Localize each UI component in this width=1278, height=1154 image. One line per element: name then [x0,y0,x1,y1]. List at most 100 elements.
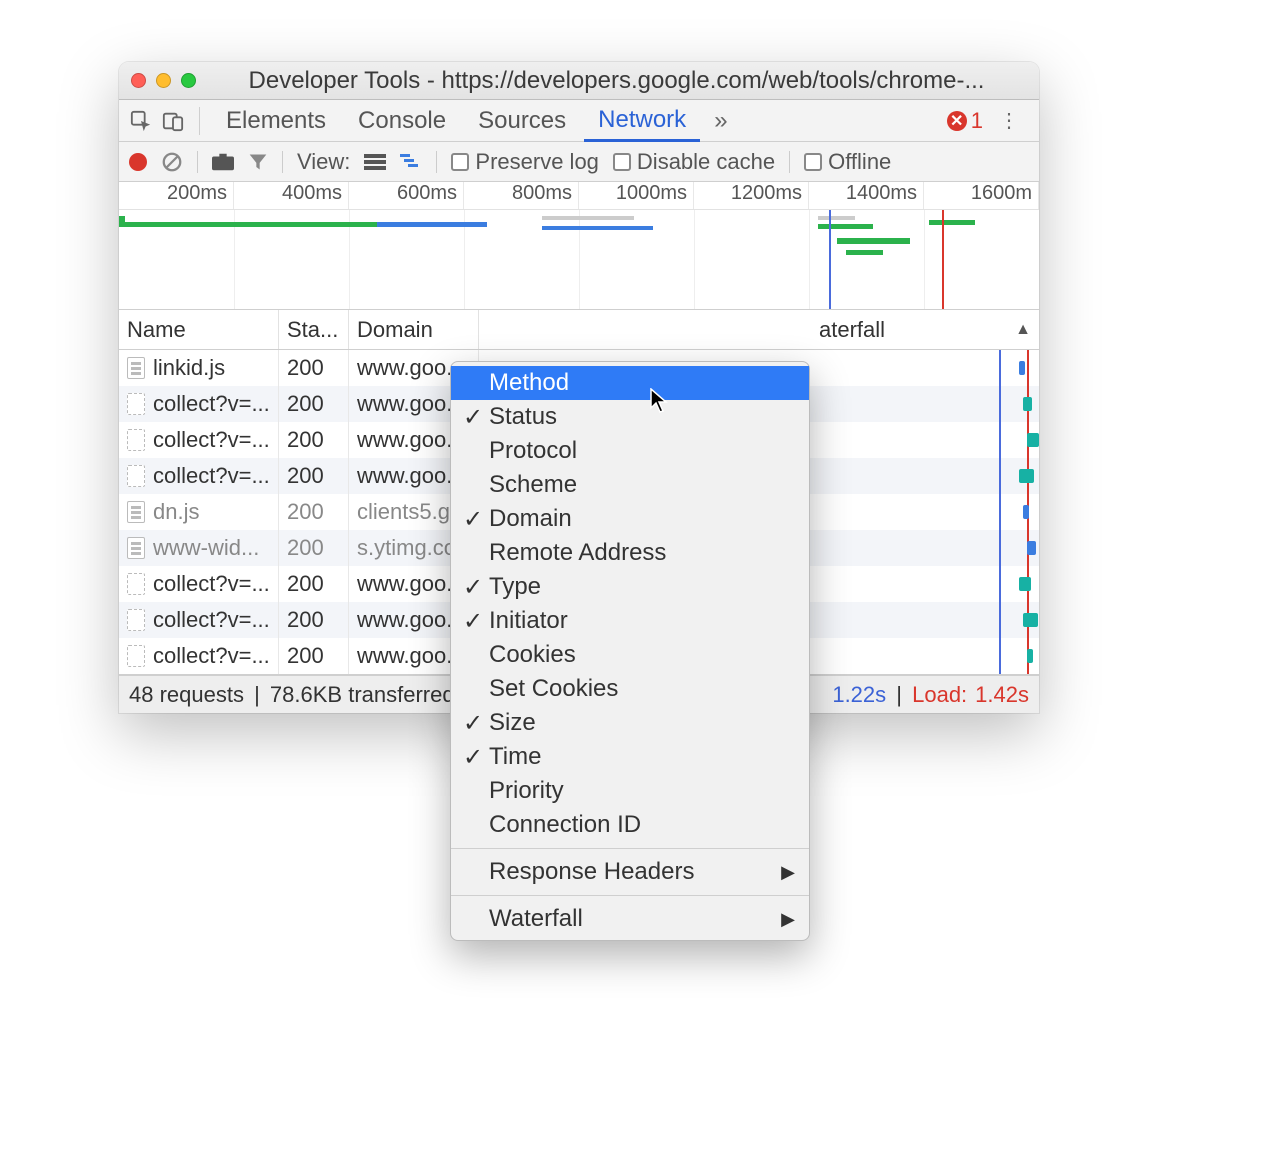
check-icon: ✓ [463,573,483,602]
cell-name: www-wid... [119,530,279,566]
record-button[interactable] [129,153,147,171]
cell-name: collect?v=... [119,386,279,422]
blank-file-icon [127,645,145,667]
menu-label: Method [489,369,569,397]
tab-sources[interactable]: Sources [464,100,580,142]
check-icon: ✓ [463,403,483,432]
device-toolbar-icon[interactable] [159,110,187,132]
menu-label: Waterfall [489,905,583,933]
request-name: collect?v=... [153,463,270,489]
script-file-icon [127,501,145,523]
window-controls [131,73,196,88]
menu-item-set-cookies[interactable]: Set Cookies [451,672,809,706]
ruler-tick: 800ms [464,182,579,209]
titlebar: Developer Tools - https://developers.goo… [119,62,1039,100]
ruler-tick: 1000ms [579,182,694,209]
error-icon: ✕ [947,111,967,131]
cell-name: collect?v=... [119,602,279,638]
ruler-tick: 400ms [234,182,349,209]
summary-requests: 48 requests [129,682,244,708]
separator [436,151,437,173]
request-name: www-wid... [153,535,259,561]
ruler-tick: 1200ms [694,182,809,209]
window-title: Developer Tools - https://developers.goo… [206,67,1027,95]
close-window-button[interactable] [131,73,146,88]
waterfall-view-icon[interactable] [400,154,422,170]
separator [197,151,198,173]
cell-status: 200 [279,494,349,530]
offline-label: Offline [828,149,891,175]
col-domain[interactable]: Domain [349,310,479,349]
separator [199,107,200,135]
menu-item-time[interactable]: ✓Time [451,740,809,774]
menu-response-headers[interactable]: Response Headers ▶ [451,855,809,889]
menu-item-cookies[interactable]: Cookies [451,638,809,672]
menu-label: Set Cookies [489,675,618,703]
cell-name: collect?v=... [119,638,279,674]
devtools-tabstrip: Elements Console Sources Network » ✕ 1 ⋮ [119,100,1039,142]
menu-item-protocol[interactable]: Protocol [451,434,809,468]
menu-label: Scheme [489,471,577,499]
column-context-menu: Method ✓StatusProtocol Scheme ✓DomainRemote… [450,361,810,941]
menu-item-priority[interactable]: Priority [451,774,809,808]
menu-item-status[interactable]: ✓Status [451,400,809,434]
tab-network[interactable]: Network [584,100,700,142]
filter-icon[interactable] [248,152,268,172]
menu-item-method[interactable]: Method [451,366,809,400]
menu-label: Initiator [489,607,568,635]
ruler-tick: 200ms [119,182,234,209]
col-waterfall[interactable]: . aterfall ▲ [479,310,1039,349]
ruler-tick: 1600m [924,182,1039,209]
blank-file-icon [127,429,145,451]
menu-item-connection-id[interactable]: Connection ID [451,808,809,842]
zoom-window-button[interactable] [181,73,196,88]
request-name: collect?v=... [153,391,270,417]
menu-item-type[interactable]: ✓Type [451,570,809,604]
submenu-arrow-icon: ▶ [781,862,795,883]
script-file-icon [127,357,145,379]
clear-button[interactable] [161,151,183,173]
checkbox-icon [613,153,631,171]
network-toolbar: View: Preserve log Disable cache Offline [119,142,1039,182]
inspect-element-icon[interactable] [127,110,155,132]
cell-name: collect?v=... [119,458,279,494]
col-name[interactable]: Name [119,310,279,349]
request-name: linkid.js [153,355,225,381]
script-file-icon [127,537,145,559]
capture-screenshots-icon[interactable] [212,153,234,171]
minimize-window-button[interactable] [156,73,171,88]
cell-name: dn.js [119,494,279,530]
tab-console[interactable]: Console [344,100,460,142]
cell-status: 200 [279,566,349,602]
summary-load: 1.42s [975,682,1029,708]
menu-item-domain[interactable]: ✓Domain [451,502,809,536]
col-status[interactable]: Sta... [279,310,349,349]
network-overview[interactable]: 200ms 400ms 600ms 800ms 1000ms 1200ms 14… [119,182,1039,310]
menu-item-remote-address[interactable]: Remote Address [451,536,809,570]
menu-item-size[interactable]: ✓Size [451,706,809,740]
overview-graph [119,210,1039,309]
menu-label: Priority [489,777,564,805]
blank-file-icon [127,609,145,631]
menu-item-initiator[interactable]: ✓Initiator [451,604,809,638]
preserve-log-checkbox[interactable]: Preserve log [451,149,599,175]
menu-item-scheme[interactable]: Scheme [451,468,809,502]
summary-load-label: Load: [912,682,967,708]
error-badge[interactable]: ✕ 1 [947,108,983,134]
submenu-arrow-icon: ▶ [781,909,795,930]
cell-status: 200 [279,422,349,458]
ruler-tick: 600ms [349,182,464,209]
settings-menu-icon[interactable]: ⋮ [987,108,1031,133]
check-icon: ✓ [463,743,483,772]
tab-elements[interactable]: Elements [212,100,340,142]
offline-checkbox[interactable]: Offline [804,149,891,175]
blank-file-icon [127,465,145,487]
summary-sep: | [890,682,908,708]
menu-label: Time [489,743,541,771]
disable-cache-checkbox[interactable]: Disable cache [613,149,775,175]
large-rows-icon[interactable] [364,154,386,170]
more-tabs-icon[interactable]: » [704,107,737,135]
cell-status: 200 [279,638,349,674]
menu-waterfall[interactable]: Waterfall ▶ [451,902,809,936]
separator [789,151,790,173]
